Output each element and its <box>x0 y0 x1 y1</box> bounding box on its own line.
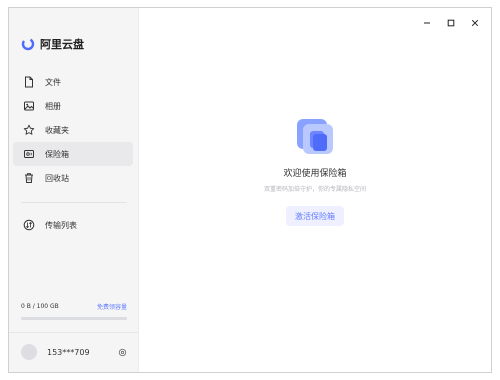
sidebar-item-trash[interactable]: 回收站 <box>13 166 133 190</box>
app-window: 阿里云盘 文件 相册 收藏夹 保险箱 回收站 传输列表 0 B / 100 GB… <box>8 7 492 373</box>
sidebar-item-favorites[interactable]: 收藏夹 <box>13 118 133 142</box>
storage-progress-bar <box>21 317 127 320</box>
storage-usage-text: 0 B / 100 GB <box>21 303 59 310</box>
free-capacity-link[interactable]: 免费领容量 <box>97 302 127 311</box>
maximize-button[interactable] <box>441 16 461 30</box>
file-icon <box>23 76 35 88</box>
sidebar-item-label: 相册 <box>45 101 61 111</box>
window-controls <box>417 16 485 30</box>
safe-icon <box>23 148 35 160</box>
sidebar-item-safe[interactable]: 保险箱 <box>13 142 133 166</box>
sidebar-item-label: 传输列表 <box>45 220 77 230</box>
settings-gear-icon[interactable] <box>118 348 127 357</box>
sidebar-item-transfer-list[interactable]: 传输列表 <box>13 213 133 237</box>
sidebar-divider <box>21 202 127 203</box>
maximize-icon <box>447 19 455 27</box>
close-icon <box>471 19 479 27</box>
app-name: 阿里云盘 <box>40 38 84 51</box>
photo-icon <box>23 100 35 112</box>
star-icon <box>23 124 35 136</box>
transfer-icon <box>23 219 35 231</box>
sidebar-item-label: 收藏夹 <box>45 125 69 135</box>
empty-state: 欢迎使用保险箱 双重密码加倍守护，你的专属隐私空间 激活保险箱 <box>139 116 491 226</box>
safe-illustration-icon <box>297 119 333 154</box>
footer-divider <box>9 332 138 333</box>
main-content: 欢迎使用保险箱 双重密码加倍守护，你的专属隐私空间 激活保险箱 <box>139 8 491 372</box>
empty-state-title: 欢迎使用保险箱 <box>283 169 347 179</box>
close-button[interactable] <box>465 16 485 30</box>
trash-icon <box>23 172 35 184</box>
minimize-icon <box>424 22 430 24</box>
sidebar-item-photos[interactable]: 相册 <box>13 94 133 118</box>
activate-safe-button[interactable]: 激活保险箱 <box>286 206 344 226</box>
username: 153***709 <box>47 347 90 357</box>
empty-state-subtitle: 双重密码加倍守护，你的专属隐私空间 <box>263 186 366 193</box>
sidebar-item-label: 文件 <box>45 77 61 87</box>
storage-panel: 0 B / 100 GB 免费领容量 <box>21 302 127 320</box>
sidebar: 阿里云盘 文件 相册 收藏夹 保险箱 回收站 传输列表 0 B / 100 GB… <box>9 8 139 372</box>
sidebar-transfer: 传输列表 <box>13 213 133 237</box>
sidebar-item-label: 回收站 <box>45 173 69 183</box>
user-bar: 153***709 <box>21 344 127 360</box>
aliyundrive-logo-icon <box>21 37 35 51</box>
avatar[interactable] <box>21 344 37 360</box>
sidebar-nav: 文件 相册 收藏夹 保险箱 回收站 <box>13 70 133 190</box>
sidebar-item-files[interactable]: 文件 <box>13 70 133 94</box>
minimize-button[interactable] <box>417 16 437 30</box>
brand: 阿里云盘 <box>21 36 84 52</box>
sidebar-item-label: 保险箱 <box>45 149 69 159</box>
